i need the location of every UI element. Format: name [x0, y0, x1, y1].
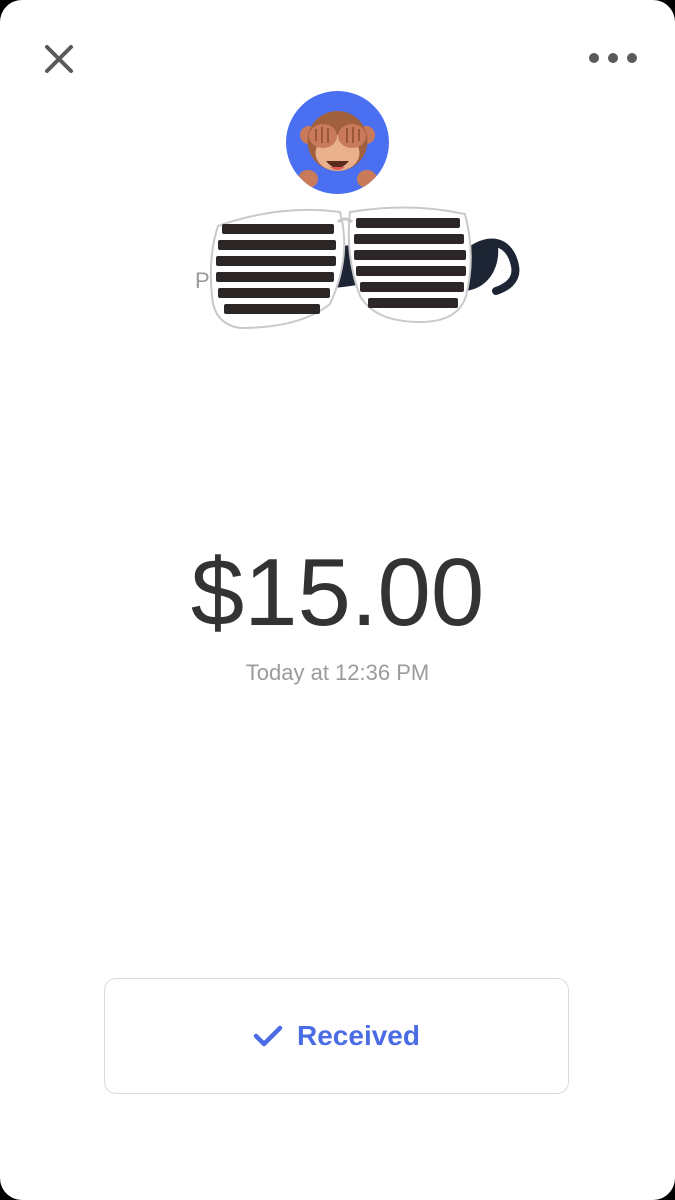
- sender-avatar[interactable]: [286, 91, 389, 194]
- see-no-evil-monkey-icon: [298, 111, 377, 188]
- more-horizontal-icon: [589, 53, 637, 63]
- close-icon: [45, 45, 73, 73]
- payment-detail-screen: P $15.00 Today at 12:36 PM Received: [0, 0, 675, 1200]
- payment-amount: $15.00: [190, 539, 485, 646]
- payment-timestamp: Today at 12:36 PM: [245, 660, 430, 685]
- payment-status-label: Received: [297, 1020, 420, 1051]
- payment-status-box: Received: [104, 978, 569, 1094]
- more-options-button[interactable]: [581, 38, 645, 78]
- close-button[interactable]: [30, 30, 88, 88]
- checkmark-icon: [253, 1025, 283, 1047]
- shutter-shades-mustache-sticker: [209, 206, 520, 330]
